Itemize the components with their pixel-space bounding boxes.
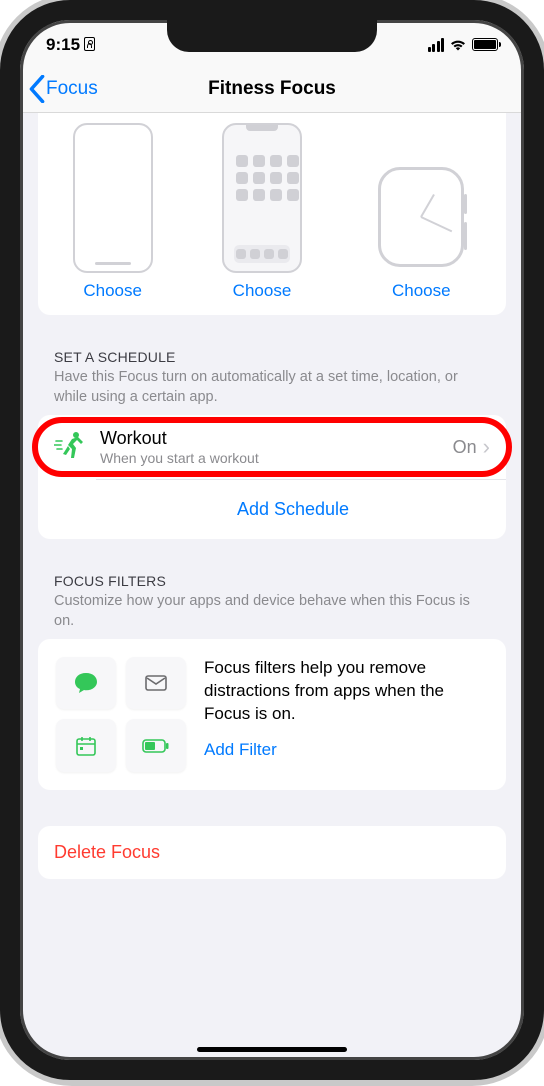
low-power-icon xyxy=(126,719,186,771)
orientation-lock-icon xyxy=(84,37,95,51)
workout-sub: When you start a workout xyxy=(100,450,453,466)
back-label: Focus xyxy=(46,78,98,100)
workout-title: Workout xyxy=(100,428,453,449)
calendar-icon xyxy=(56,719,116,771)
battery-icon xyxy=(472,38,498,51)
watch-preview xyxy=(371,161,471,273)
filters-body: Focus filters help you remove distractio… xyxy=(204,657,488,726)
add-schedule-button[interactable]: Add Schedule xyxy=(96,479,506,539)
watch-face-chooser[interactable]: Choose xyxy=(371,161,471,301)
schedule-header: SET A SCHEDULE xyxy=(54,349,490,365)
choose-label: Choose xyxy=(73,281,153,301)
home-indicator[interactable] xyxy=(197,1047,347,1052)
chevron-left-icon xyxy=(28,75,46,103)
cellular-icon xyxy=(428,38,445,52)
workout-icon xyxy=(54,431,88,464)
lock-screen-preview xyxy=(73,123,153,273)
schedule-subheader: Have this Focus turn on automatically at… xyxy=(54,368,490,407)
lock-screen-chooser[interactable]: Choose xyxy=(73,123,153,301)
choose-label: Choose xyxy=(222,281,302,301)
home-screen-preview xyxy=(222,123,302,273)
back-button[interactable]: Focus xyxy=(28,65,98,112)
choose-label: Choose xyxy=(371,281,471,301)
messages-icon xyxy=(56,657,116,709)
filters-header: FOCUS FILTERS xyxy=(54,573,490,589)
status-time: 9:15 xyxy=(46,35,80,55)
chevron-right-icon: › xyxy=(483,434,490,460)
workout-row[interactable]: Workout When you start a workout On › xyxy=(38,415,506,479)
schedule-card: Workout When you start a workout On › Ad… xyxy=(38,415,506,539)
filters-card: Focus filters help you remove distractio… xyxy=(38,639,506,789)
filter-icons-preview xyxy=(56,657,186,771)
workout-status: On xyxy=(453,437,477,458)
mail-icon xyxy=(126,657,186,709)
filters-subheader: Customize how your apps and device behav… xyxy=(54,592,490,631)
customize-screens-card: Choose Choose Choose xyxy=(38,113,506,315)
add-schedule-label: Add Schedule xyxy=(237,499,349,520)
add-filter-button[interactable]: Add Filter xyxy=(204,740,277,760)
wifi-icon xyxy=(449,38,467,52)
page-title: Fitness Focus xyxy=(208,78,336,100)
home-screen-chooser[interactable]: Choose xyxy=(222,123,302,301)
nav-bar: Focus Fitness Focus xyxy=(20,65,524,113)
delete-card: Delete Focus xyxy=(38,826,506,879)
delete-focus-button[interactable]: Delete Focus xyxy=(38,826,506,879)
